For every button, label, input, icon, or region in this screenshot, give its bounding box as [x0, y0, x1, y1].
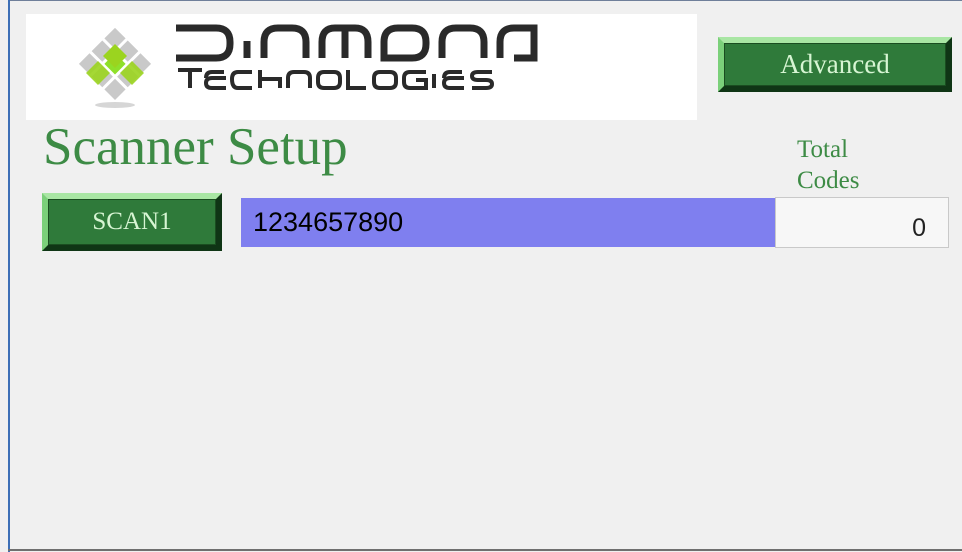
total-codes-label: Total Codes: [797, 136, 860, 194]
scan1-button-inner-border: [48, 199, 216, 245]
window-bottom-border: [8, 549, 962, 551]
scan1-button[interactable]: SCAN1: [42, 193, 222, 251]
scanned-code-field[interactable]: 1234657890: [241, 198, 775, 247]
page-title: Scanner Setup: [43, 118, 348, 176]
window-top-border: [8, 0, 962, 1]
diamond-logo-icon: [78, 24, 538, 108]
total-codes-count: 0: [775, 197, 949, 248]
advanced-button[interactable]: Advanced: [718, 37, 952, 92]
window-left-border: [8, 0, 10, 552]
advanced-button-inner-border: [724, 43, 946, 86]
company-logo: [26, 14, 697, 120]
app-window: Advanced Scanner Setup Total Codes SCAN1…: [0, 0, 962, 552]
